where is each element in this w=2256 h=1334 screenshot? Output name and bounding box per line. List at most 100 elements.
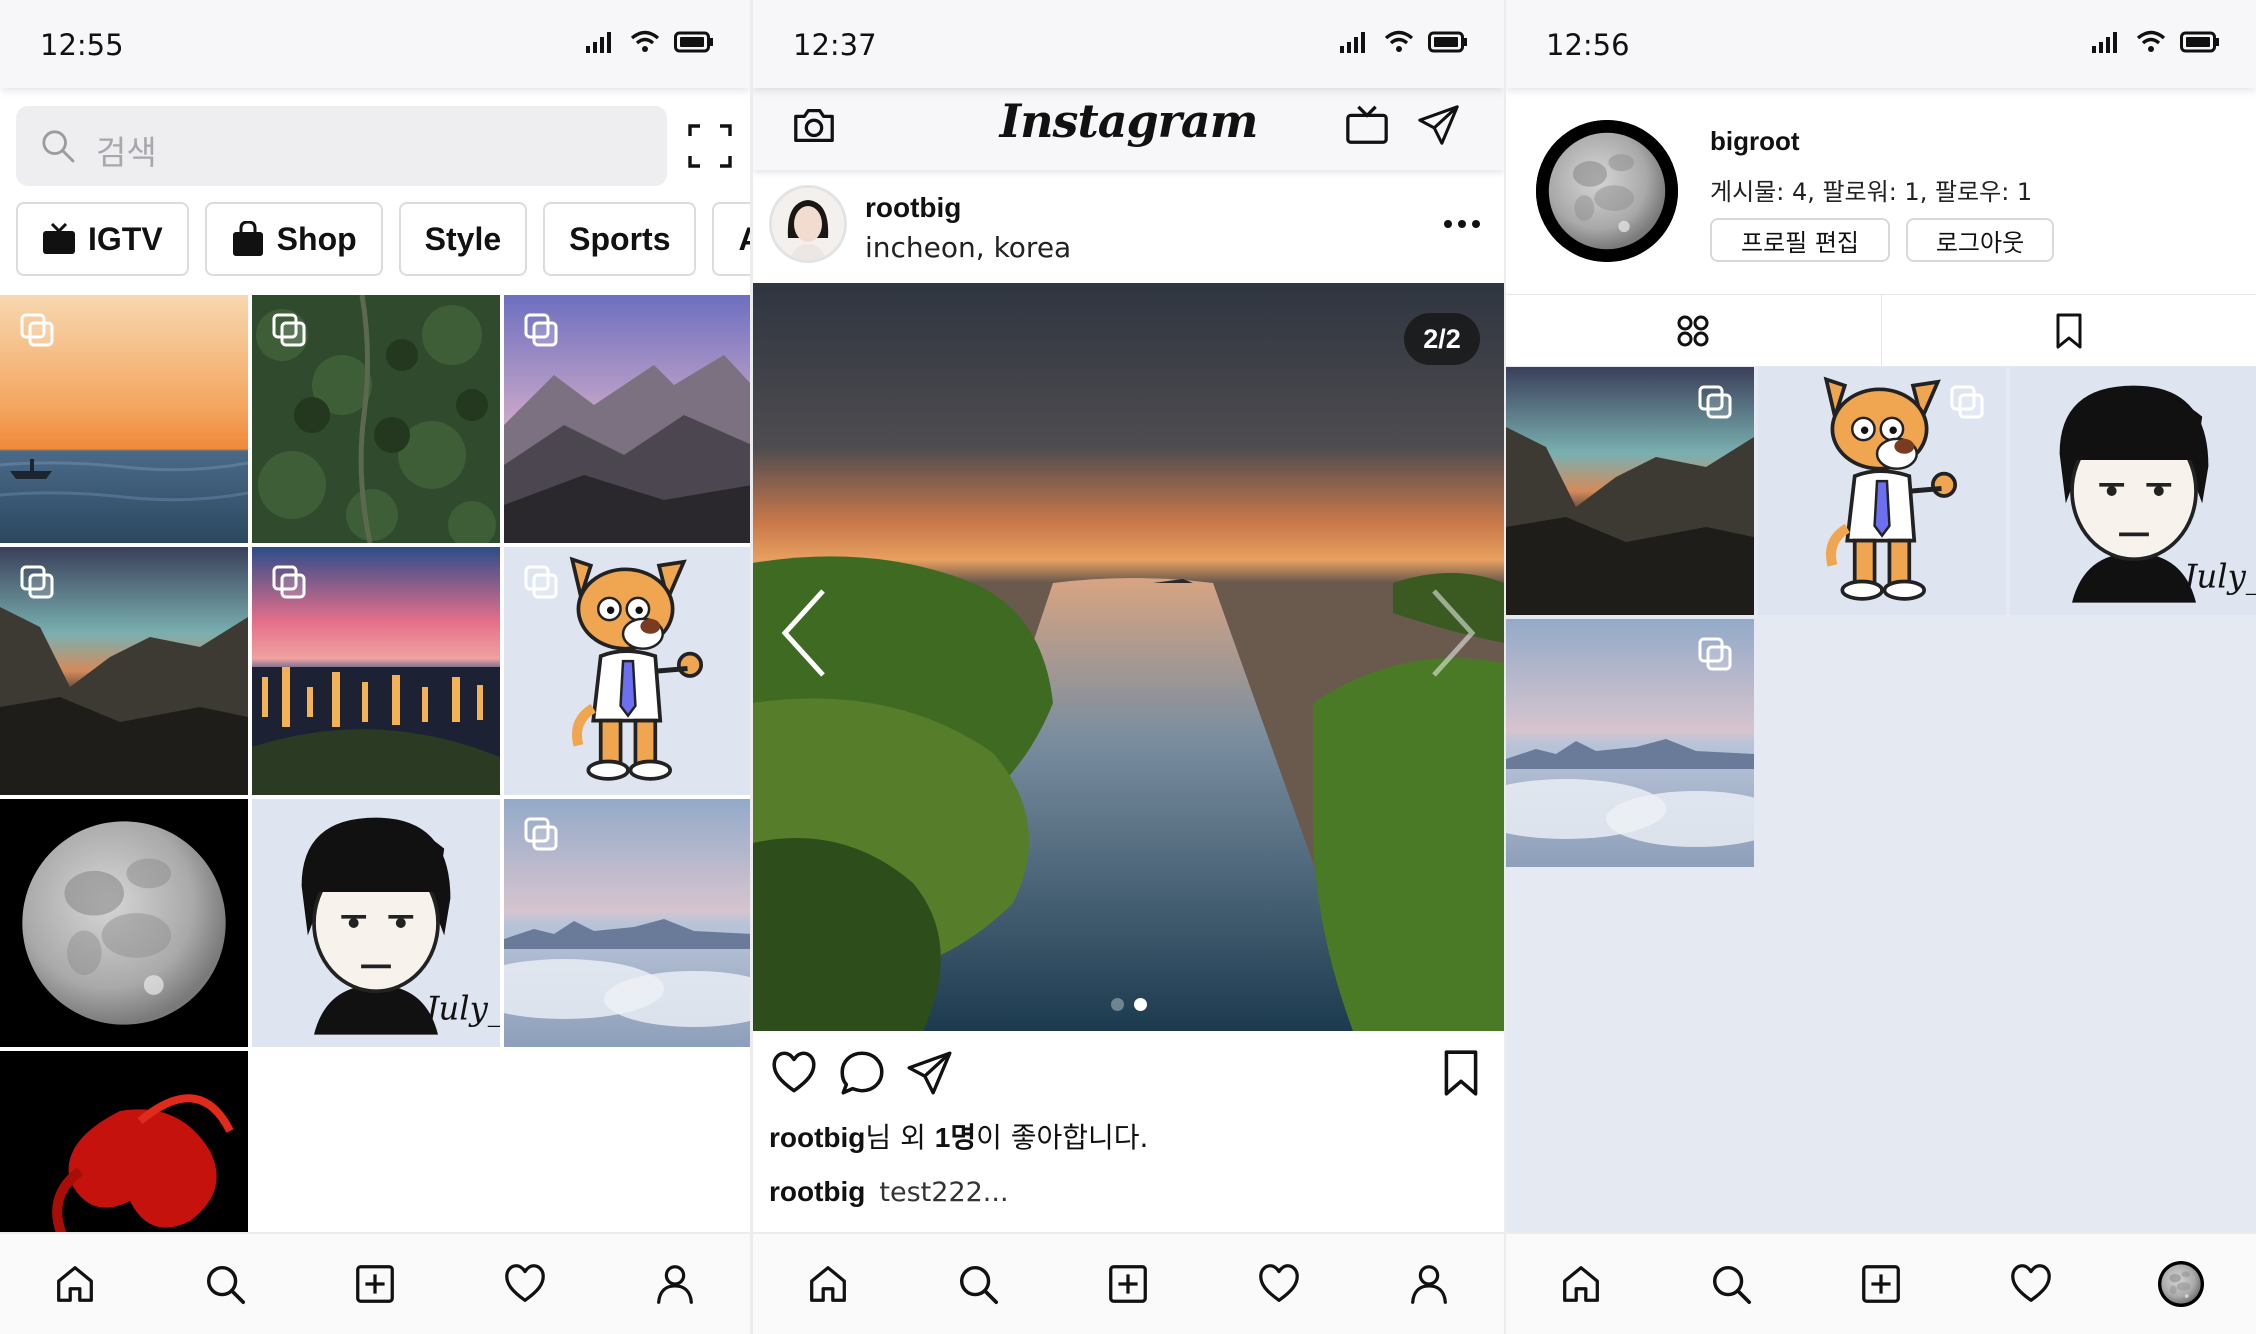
grid-item[interactable] (252, 799, 500, 1047)
boy-cartoon-image (252, 799, 500, 1047)
nav-search[interactable] (948, 1254, 1008, 1314)
profile-username: bigroot (1710, 126, 1800, 156)
more-options-icon[interactable] (1442, 212, 1482, 236)
profile-icon (1406, 1261, 1452, 1307)
direct-message-icon[interactable] (1416, 102, 1462, 148)
likes-mid: 님 외 (865, 1121, 935, 1154)
grid-item[interactable] (1506, 619, 1754, 867)
chip-sports[interactable]: Sports (543, 202, 697, 276)
nav-home[interactable] (1551, 1254, 1611, 1314)
wifi-icon (630, 30, 660, 52)
bookmark-icon[interactable] (1436, 1048, 1486, 1098)
chip-igtv[interactable]: IGTV (16, 202, 189, 276)
heart-icon (1256, 1261, 1302, 1307)
tab-grid[interactable] (1506, 295, 1881, 366)
add-post-icon (352, 1261, 398, 1307)
logout-button[interactable]: 로그아웃 (1906, 218, 2054, 262)
profile-header: bigroot 게시물: 4, 팔로워: 1, 팔로우: 1 프로필 편집 로그… (1506, 88, 2256, 294)
grid-item[interactable] (1758, 367, 2006, 615)
nav-activity[interactable] (1249, 1254, 1309, 1314)
share-icon[interactable] (905, 1048, 955, 1098)
likes-text[interactable]: rootbig님 외 1명이 좋아합니다. (769, 1116, 1148, 1156)
carousel-dot-active[interactable] (1133, 998, 1147, 1011)
nav-home[interactable] (45, 1254, 105, 1314)
nav-profile[interactable] (645, 1254, 705, 1314)
chevron-right-icon[interactable] (1422, 583, 1482, 683)
post-caption: rootbig test222... (769, 1176, 1009, 1208)
chip-shop[interactable]: Shop (204, 202, 383, 276)
status-bar: 12:55 (0, 0, 750, 88)
edit-profile-button[interactable]: 프로필 편집 (1710, 218, 1890, 262)
post-header: rootbig incheon, korea (753, 180, 1504, 280)
chip-style[interactable]: Style (398, 202, 528, 276)
chip-label: Shop (276, 220, 357, 257)
post-image[interactable]: 2/2 (753, 283, 1504, 1031)
nav-add-post[interactable] (345, 1254, 405, 1314)
grid-item[interactable] (504, 547, 750, 795)
chip-label: Sports (569, 220, 671, 257)
image-counter: 2/2 (1404, 313, 1480, 365)
profile-stats: 게시물: 4, 팔로워: 1, 팔로우: 1 (1710, 178, 2033, 206)
profile-grid (1506, 367, 2256, 867)
nav-add-post[interactable] (1098, 1254, 1158, 1314)
grid-item[interactable] (252, 295, 500, 543)
home-icon (805, 1261, 851, 1307)
grid-item[interactable] (0, 295, 248, 543)
grid-item[interactable] (0, 799, 248, 1047)
feed-screen: 12:37 Instagram rootbig incheon, korea 2… (753, 0, 1504, 1334)
grid-item[interactable] (0, 547, 248, 795)
nav-profile[interactable] (1399, 1254, 1459, 1314)
profile-avatar[interactable] (1536, 120, 1678, 262)
status-time: 12:37 (793, 28, 877, 62)
status-bar: 12:37 (753, 0, 1504, 88)
multi-photo-icon (270, 311, 310, 351)
grid-item[interactable] (252, 547, 500, 795)
nav-activity[interactable] (2001, 1254, 2061, 1314)
grid-item[interactable] (504, 799, 750, 1047)
likes-user: rootbig (769, 1122, 866, 1153)
battery-icon (1428, 31, 1467, 53)
post-location[interactable]: incheon, korea (865, 231, 1071, 264)
scan-icon[interactable] (686, 122, 734, 170)
comment-icon[interactable] (837, 1048, 887, 1098)
search-input[interactable]: 검색 (16, 106, 667, 186)
nav-home[interactable] (798, 1254, 858, 1314)
search-row: 검색 (16, 106, 734, 186)
igtv-icon[interactable] (1344, 102, 1390, 148)
signal-icon (1340, 32, 1365, 53)
nav-search[interactable] (195, 1254, 255, 1314)
avatar[interactable] (769, 185, 847, 263)
post-username[interactable]: rootbig (865, 192, 961, 224)
nav-add-post[interactable] (1851, 1254, 1911, 1314)
grid-icon (1677, 315, 1709, 346)
moon-image (0, 799, 248, 1047)
like-heart-icon[interactable] (769, 1048, 819, 1098)
chip-label: IGTV (88, 220, 163, 257)
instagram-logo[interactable]: Instagram (753, 94, 1504, 148)
grid-item[interactable] (2010, 367, 2256, 615)
battery-icon (2180, 31, 2219, 53)
multi-photo-icon (522, 563, 562, 603)
search-icon (202, 1261, 248, 1307)
nav-activity[interactable] (495, 1254, 555, 1314)
chip-more[interactable]: A (712, 202, 750, 276)
carousel-dot[interactable] (1110, 998, 1124, 1011)
home-icon (52, 1261, 98, 1307)
nav-search[interactable] (1701, 1254, 1761, 1314)
tab-saved[interactable] (1880, 295, 2256, 366)
grid-item[interactable] (1506, 367, 1754, 615)
wifi-icon (1384, 30, 1414, 52)
caption-username[interactable]: rootbig (769, 1176, 865, 1207)
nav-profile[interactable] (2151, 1254, 2211, 1314)
search-icon (42, 130, 75, 163)
battery-icon (674, 31, 713, 53)
signal-icon (2092, 32, 2117, 53)
bottom-nav (0, 1232, 750, 1334)
caption-text: test222... (879, 1177, 1009, 1208)
profile-avatar-icon (2158, 1261, 2204, 1307)
chip-label: Style (424, 220, 502, 257)
multi-photo-icon (18, 563, 58, 603)
chevron-left-icon[interactable] (775, 583, 835, 683)
post-actions (753, 1040, 1504, 1104)
grid-item[interactable] (504, 295, 750, 543)
